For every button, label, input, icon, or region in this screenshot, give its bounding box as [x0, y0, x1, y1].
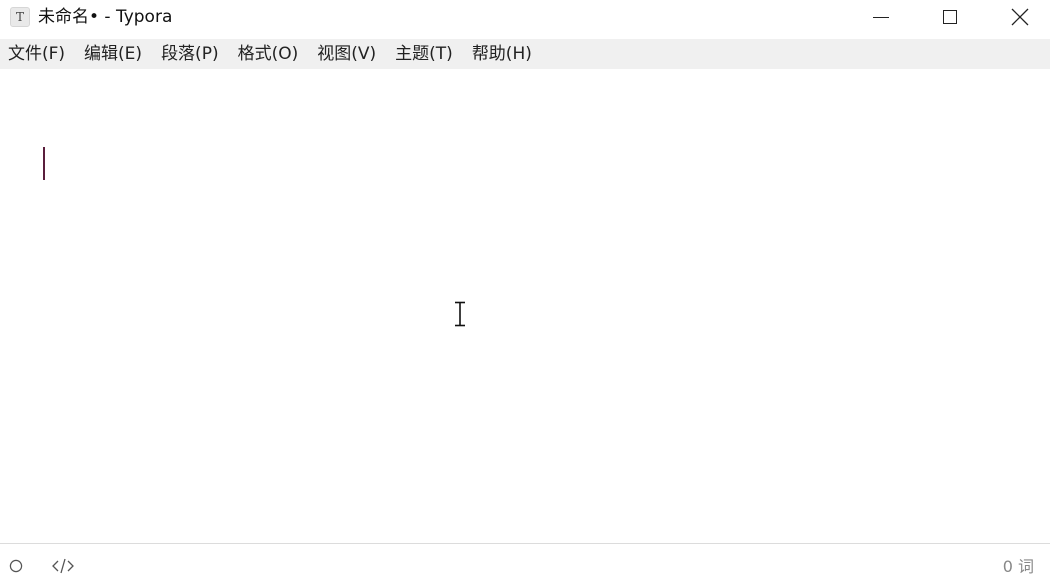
word-count[interactable]: 0 词: [1003, 556, 1034, 578]
typora-window: T 未命名• - Typora 文件(F) 编辑(E) 段落(P) 格式(O) …: [0, 0, 1050, 582]
menu-bar: 文件(F) 编辑(E) 段落(P) 格式(O) 视图(V) 主题(T) 帮助(H…: [0, 39, 1050, 69]
editor-area[interactable]: [0, 69, 1050, 543]
menu-edit[interactable]: 编辑(E): [76, 39, 151, 69]
menu-format[interactable]: 格式(O): [230, 39, 308, 69]
title-bar[interactable]: T 未命名• - Typora: [0, 0, 1050, 36]
outline-toggle-button[interactable]: [9, 559, 23, 573]
circle-outline-icon: [9, 559, 23, 573]
window-title: 未命名• - Typora: [38, 7, 173, 27]
menu-view[interactable]: 视图(V): [309, 39, 385, 69]
maximize-icon: [943, 10, 957, 24]
menu-paragraph[interactable]: 段落(P): [153, 39, 228, 69]
text-caret: [43, 147, 45, 180]
menu-help[interactable]: 帮助(H): [464, 39, 541, 69]
close-icon: [1011, 8, 1029, 26]
minimize-button[interactable]: [847, 0, 915, 34]
ibeam-cursor-icon: [455, 301, 465, 327]
menu-file[interactable]: 文件(F): [0, 39, 74, 69]
menu-theme[interactable]: 主题(T): [387, 39, 462, 69]
source-mode-button[interactable]: [50, 556, 76, 576]
code-brackets-icon: [52, 558, 74, 574]
maximize-button[interactable]: [916, 0, 984, 34]
status-bar: 0 词: [0, 543, 1050, 582]
typora-app-icon[interactable]: T: [10, 7, 30, 27]
close-button[interactable]: [986, 0, 1050, 34]
minimize-icon: [873, 16, 889, 18]
